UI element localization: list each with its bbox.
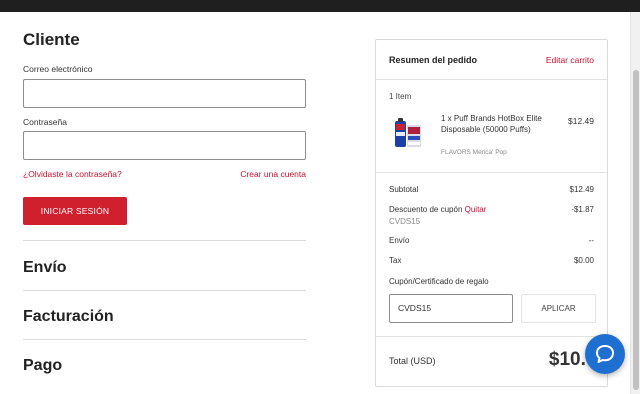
password-label: Contraseña [23, 117, 67, 127]
card-divider [376, 79, 607, 80]
shipping-section-title[interactable]: Envío [23, 259, 67, 277]
billing-section-title[interactable]: Facturación [23, 308, 114, 326]
create-account-link[interactable]: Crear una cuenta [240, 169, 306, 179]
product-name: 1 x Puff Brands HotBox Elite Disposable … [441, 114, 542, 134]
card-divider [376, 336, 607, 337]
shipping-label: Envío [389, 236, 410, 245]
shipping-value: -- [588, 236, 594, 245]
tax-value: $0.00 [573, 256, 594, 265]
edit-cart-link[interactable]: Editar carrito [546, 55, 594, 65]
coupon-input[interactable]: CVDS15 [389, 294, 513, 323]
forgot-password-link[interactable]: ¿Olvidaste la contraseña? [23, 169, 122, 179]
chat-button[interactable] [585, 334, 625, 374]
order-summary-title: Resumen del pedido [389, 55, 478, 65]
login-button[interactable]: INICIAR SESIÓN [23, 197, 127, 225]
discount-code: CVDS15 [389, 217, 421, 226]
payment-section-title[interactable]: Pago [23, 357, 62, 375]
apply-coupon-button[interactable]: APLICAR [521, 294, 596, 323]
section-divider [23, 339, 306, 340]
remove-coupon-link[interactable]: Quitar [465, 205, 487, 214]
discount-label: Descuento de cupón [389, 205, 463, 214]
chat-bubble-icon [596, 345, 614, 363]
email-field[interactable] [23, 79, 306, 108]
customer-section-title: Cliente [23, 30, 80, 49]
browser-top-bar [0, 0, 640, 12]
total-label: Total (USD) [389, 356, 436, 366]
order-summary-card: Resumen del pedido Editar carrito 1 Item… [375, 39, 608, 387]
product-price: $12.49 [568, 116, 594, 126]
scrollbar-thumb[interactable] [633, 70, 639, 390]
email-label: Correo electrónico [23, 64, 93, 74]
subtotal-label: Subtotal [389, 185, 419, 194]
items-count: 1 Item [389, 92, 412, 101]
page-scrollbar[interactable] [630, 12, 640, 394]
product-option: FLAVORS Merica' Pop [441, 149, 507, 156]
password-field[interactable] [23, 131, 306, 160]
card-divider [376, 172, 607, 173]
subtotal-value: $12.49 [569, 185, 594, 194]
discount-row: Descuento de cupón Quitar [389, 205, 486, 214]
section-divider [23, 240, 306, 241]
section-divider [23, 290, 306, 291]
product-image [390, 115, 426, 151]
coupon-label: Cupón/Certificado de regalo [389, 277, 489, 286]
tax-label: Tax [389, 256, 402, 265]
discount-value: -$1.87 [571, 205, 594, 214]
